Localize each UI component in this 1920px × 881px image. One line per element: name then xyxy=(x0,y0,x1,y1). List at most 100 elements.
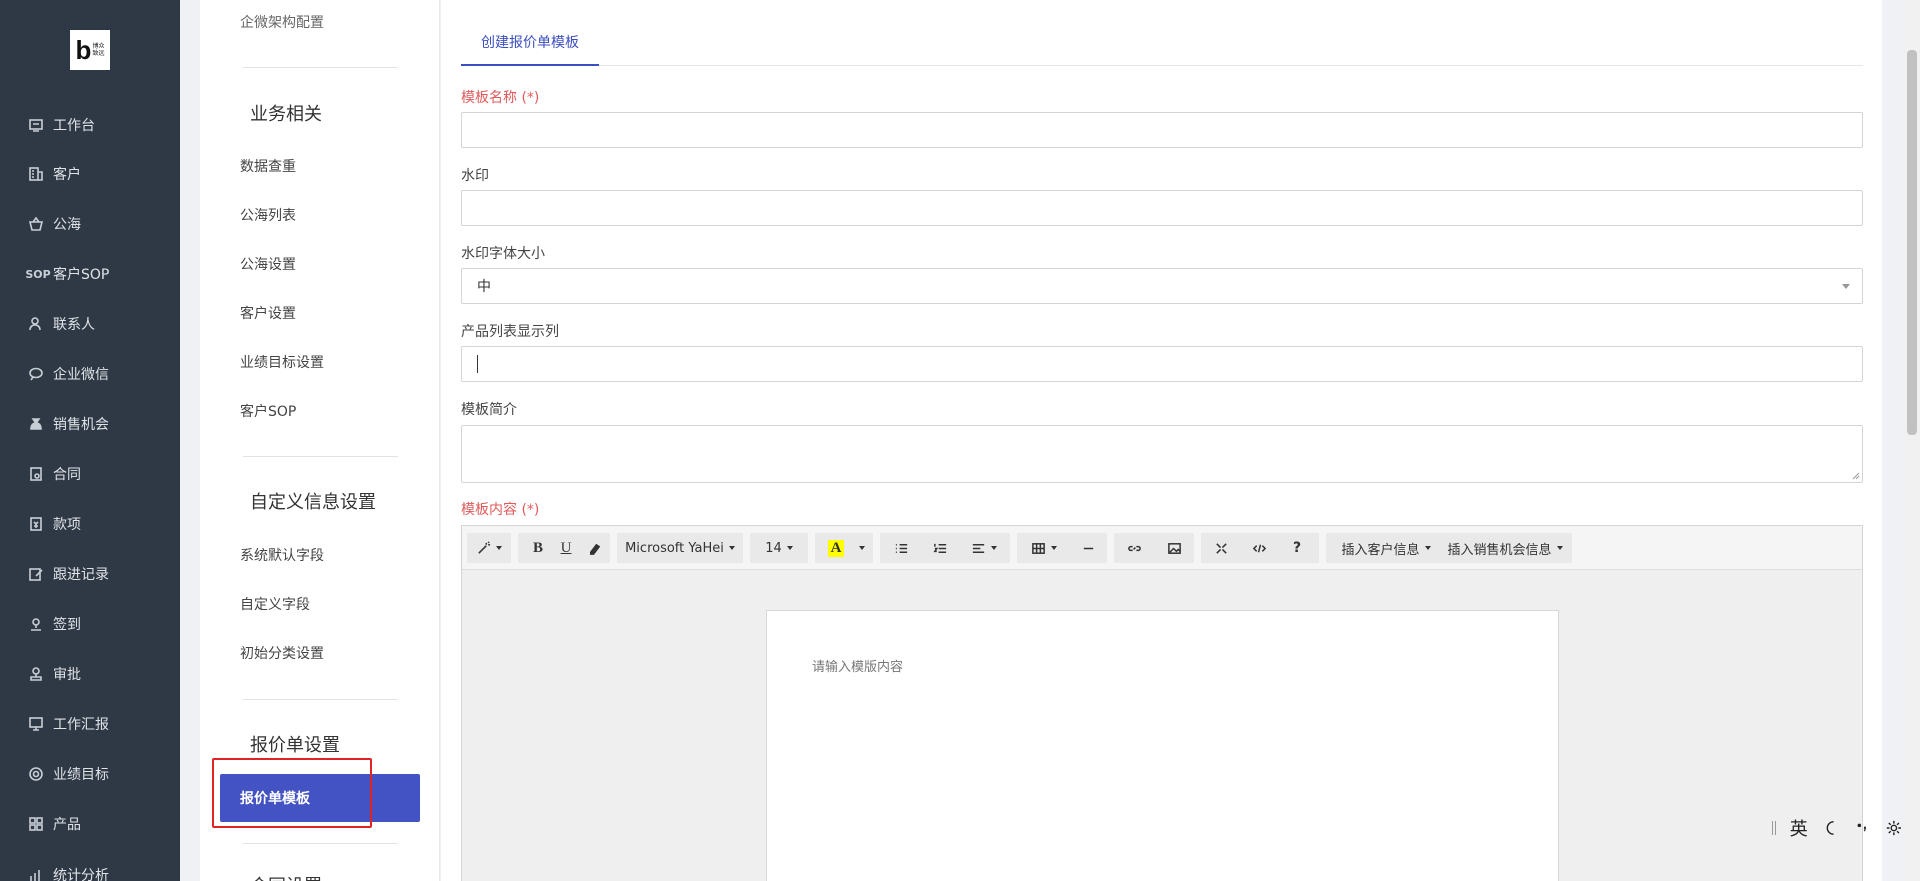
text-color-button[interactable]: A xyxy=(819,533,853,563)
chevron-down-icon xyxy=(1842,284,1850,289)
settings-link-performance-settings[interactable]: 业绩目标设置 xyxy=(240,352,324,372)
nav-item-opportunity[interactable]: 销售机会 xyxy=(27,409,177,439)
label-template-intro: 模板简介 xyxy=(461,402,517,418)
link-icon xyxy=(1127,545,1141,551)
nav-item-contacts[interactable]: 联系人 xyxy=(27,309,177,339)
settings-panel: 企微架构配置 业务相关 数据查重 公海列表 公海设置 客户设置 业绩目标设置 客… xyxy=(200,0,440,881)
align-left-icon xyxy=(972,543,985,553)
nav-item-performance[interactable]: 业绩目标 xyxy=(27,759,177,789)
code-icon xyxy=(1252,544,1266,552)
settings-link-initial-category[interactable]: 初始分类设置 xyxy=(240,643,324,663)
settings-link-pool-list[interactable]: 公海列表 xyxy=(240,205,296,225)
settings-link-default-fields[interactable]: 系统默认字段 xyxy=(240,545,324,565)
nav-item-followup[interactable]: 跟进记录 xyxy=(27,559,177,589)
color-dropdown-button[interactable] xyxy=(853,533,871,563)
magic-wand-icon xyxy=(478,540,491,554)
link-button[interactable] xyxy=(1118,533,1150,563)
settings-link-partial[interactable]: 企微架构配置 xyxy=(240,12,324,32)
nav-item-statistics[interactable]: 统计分析 xyxy=(27,860,177,881)
insert-opportunity-dropdown[interactable]: 插入销售机会信息 xyxy=(1442,533,1568,563)
ordered-list-button[interactable] xyxy=(924,533,956,563)
table-dropdown[interactable] xyxy=(1024,533,1064,563)
payment-icon xyxy=(27,515,45,533)
template-name-input[interactable] xyxy=(461,112,1863,148)
group-title-contract-partial: 合同设置 xyxy=(250,872,322,881)
horizontal-rule-icon xyxy=(1083,547,1093,549)
settings-link-customer-settings[interactable]: 客户设置 xyxy=(240,303,296,323)
report-icon xyxy=(27,715,45,733)
nav-item-contract[interactable]: 合同 xyxy=(27,459,177,489)
horizontal-rule-button[interactable] xyxy=(1072,533,1104,563)
align-dropdown[interactable] xyxy=(962,533,1006,563)
ordered-list-icon xyxy=(932,543,946,553)
page-scrollbar[interactable] xyxy=(1903,0,1920,881)
nav-item-workbench[interactable]: 工作台 xyxy=(27,110,177,140)
font-family-dropdown[interactable]: Microsoft YaHei xyxy=(617,533,743,563)
resize-handle-icon[interactable] xyxy=(1852,472,1860,480)
group-title-business: 业务相关 xyxy=(250,104,322,125)
watermark-size-value: 中 xyxy=(477,279,491,295)
nav-item-public-pool[interactable]: 公海 xyxy=(27,209,177,239)
nav-item-customer-sop[interactable]: SOP 客户SOP xyxy=(25,259,177,289)
settings-link-quote-template[interactable]: 报价单模板 xyxy=(220,774,420,822)
scrollbar-thumb[interactable] xyxy=(1907,50,1917,435)
bullet-list-icon xyxy=(895,543,907,553)
product-columns-input[interactable] xyxy=(461,346,1863,382)
nav-item-work-report[interactable]: 工作汇报 xyxy=(27,709,177,739)
nav-item-approval[interactable]: 审批 xyxy=(27,659,177,689)
chat-icon xyxy=(27,365,45,383)
label-template-content: 模板内容 (*) xyxy=(461,502,540,518)
magic-style-button[interactable] xyxy=(472,533,506,563)
eraser-icon xyxy=(589,543,600,555)
punctuation-icon[interactable] xyxy=(1854,818,1872,838)
table-icon xyxy=(1032,542,1045,554)
settings-link-pool-settings[interactable]: 公海设置 xyxy=(240,254,296,274)
moneybag-icon xyxy=(27,415,45,433)
moon-icon[interactable] xyxy=(1822,818,1840,838)
eraser-button[interactable] xyxy=(582,533,606,563)
group-title-quote: 报价单设置 xyxy=(250,735,340,756)
nav-item-wecom[interactable]: 企业微信 xyxy=(27,359,177,389)
nav-item-customer[interactable]: 客户 xyxy=(27,159,177,189)
help-button[interactable]: ? xyxy=(1281,533,1313,563)
building-icon xyxy=(27,165,45,183)
fullscreen-button[interactable] xyxy=(1205,533,1237,563)
font-size-dropdown[interactable]: 14 xyxy=(750,533,808,563)
tab-create-quote-template[interactable]: 创建报价单模板 xyxy=(461,20,599,66)
underline-button[interactable]: U xyxy=(554,533,578,563)
drag-handle-icon[interactable] xyxy=(1772,821,1776,835)
bullet-list-button[interactable] xyxy=(885,533,917,563)
settings-link-customer-sop[interactable]: 客户SOP xyxy=(240,401,296,421)
location-icon xyxy=(27,615,45,633)
chart-icon xyxy=(27,866,45,881)
gear-icon[interactable] xyxy=(1885,818,1903,838)
image-button[interactable] xyxy=(1158,533,1190,563)
nav-item-checkin[interactable]: 签到 xyxy=(27,609,177,639)
nav-item-payment[interactable]: 款项 xyxy=(27,509,177,539)
code-view-button[interactable] xyxy=(1243,533,1275,563)
contract-icon xyxy=(27,465,45,483)
ime-language-toggle[interactable]: 英 xyxy=(1790,815,1808,841)
watermark-input[interactable] xyxy=(461,190,1863,226)
insert-customer-dropdown[interactable]: 插入客户信息 xyxy=(1332,533,1440,563)
label-template-name: 模板名称 (*) xyxy=(461,90,540,106)
sop-icon: SOP xyxy=(25,267,51,281)
bold-button[interactable]: B xyxy=(526,533,550,563)
logo[interactable]: b 博众 致远 xyxy=(70,30,110,70)
settings-link-dedup[interactable]: 数据查重 xyxy=(240,156,296,176)
watermark-size-select[interactable]: 中 xyxy=(461,268,1863,304)
image-icon xyxy=(1167,542,1181,554)
left-navigation: b 博众 致远 工作台 客户 公海 SOP 客户SOP 联系人 企业微信 销售机… xyxy=(0,0,180,881)
settings-link-custom-fields[interactable]: 自定义字段 xyxy=(240,594,310,614)
ime-toolbar: 英 xyxy=(1772,812,1903,844)
label-watermark-size: 水印字体大小 xyxy=(461,246,545,262)
editor-document[interactable]: 请输入模版内容 xyxy=(766,610,1559,881)
stamp-icon xyxy=(27,665,45,683)
template-intro-textarea[interactable] xyxy=(461,425,1863,483)
nav-item-product[interactable]: 产品 xyxy=(27,809,177,839)
target-icon xyxy=(27,765,45,783)
logo-mark: b xyxy=(75,35,92,65)
text-cursor xyxy=(477,355,478,373)
main-form: 创建报价单模板 模板名称 (*) 水印 水印字体大小 中 产品列表显示列 模板简… xyxy=(441,0,1882,881)
person-icon xyxy=(27,315,45,333)
